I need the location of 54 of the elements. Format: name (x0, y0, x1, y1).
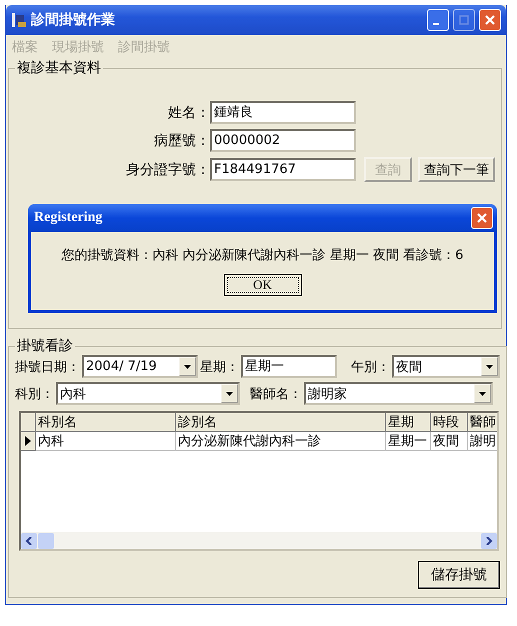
dropdown-arrow-icon (486, 364, 493, 368)
table-cell: 謝明 (468, 432, 497, 451)
table-row[interactable]: 內科 內分泌新陳代謝內科一診 星期一 夜間 謝明 (21, 432, 497, 451)
department-dropdown[interactable]: 內科 (56, 382, 240, 405)
query-button[interactable]: 查詢下一筆 (418, 157, 495, 182)
field-label: 病歷號： (153, 132, 210, 150)
dropdown-arrow-icon (479, 392, 486, 396)
minimize-button[interactable] (427, 9, 449, 31)
doctor-dropdown[interactable]: 謝明家 (304, 382, 493, 405)
column-header[interactable]: 醫師 (468, 413, 497, 432)
field-label: 醫師名： (250, 386, 302, 402)
close-button[interactable] (479, 9, 501, 31)
field-label: 午別： (351, 358, 390, 376)
session-dropdown[interactable]: 夜間 (392, 355, 500, 378)
scroll-right-button[interactable] (481, 532, 497, 548)
close-button[interactable] (471, 207, 493, 229)
field-label: 科別： (15, 386, 54, 402)
app-icon (11, 12, 27, 28)
group-title: 複診基本資料 (16, 59, 102, 77)
scroll-left-button[interactable] (21, 532, 37, 548)
ok-button[interactable]: OK (224, 274, 302, 296)
minimize-icon (433, 23, 439, 25)
table-cell: 夜間 (431, 432, 468, 451)
dialog-title: Registering (34, 210, 102, 226)
field-label: 姓名： (167, 104, 210, 122)
maximize-icon (459, 15, 469, 25)
input-field[interactable]: 00000002 (210, 129, 356, 152)
current-row-icon (25, 436, 31, 446)
dialog-message: 您的掛號資料：內科 內分泌新陳代謝內科一診 星期一 夜間 看診號：6 (62, 247, 464, 264)
input-field[interactable]: F184491767 (210, 158, 356, 181)
dropdown-arrow-icon (226, 392, 233, 396)
column-header[interactable]: 星期 (386, 413, 431, 432)
window-title: 診間掛號作業 (31, 11, 116, 29)
table-cell: 內分泌新陳代謝內科一診 (176, 432, 386, 451)
group-title: 掛號看診 (16, 337, 74, 355)
close-icon (476, 212, 488, 224)
save-button[interactable]: 儲存掛號 (418, 561, 500, 589)
table-cell: 內科 (36, 432, 176, 451)
column-header[interactable]: 時段 (431, 413, 468, 432)
column-header[interactable]: 診別名 (176, 413, 386, 432)
horizontal-scrollbar[interactable] (21, 532, 497, 549)
field-label: 掛號日期： (15, 358, 80, 376)
column-header[interactable]: 科別名 (36, 413, 176, 432)
field-label: 星期： (200, 358, 239, 376)
maximize-button[interactable] (453, 9, 475, 31)
field-label: 身分證字號： (125, 160, 210, 178)
table-cell: 星期一 (386, 432, 431, 451)
input-field[interactable]: 星期一 (241, 355, 337, 378)
close-icon (484, 14, 496, 26)
row-selector[interactable] (21, 432, 36, 451)
scroll-thumb[interactable] (38, 532, 54, 548)
input-field[interactable]: 鍾靖良 (210, 101, 356, 124)
date-dropdown[interactable]: 2004/ 7/19 (82, 355, 198, 378)
dropdown-arrow-icon (184, 364, 191, 368)
